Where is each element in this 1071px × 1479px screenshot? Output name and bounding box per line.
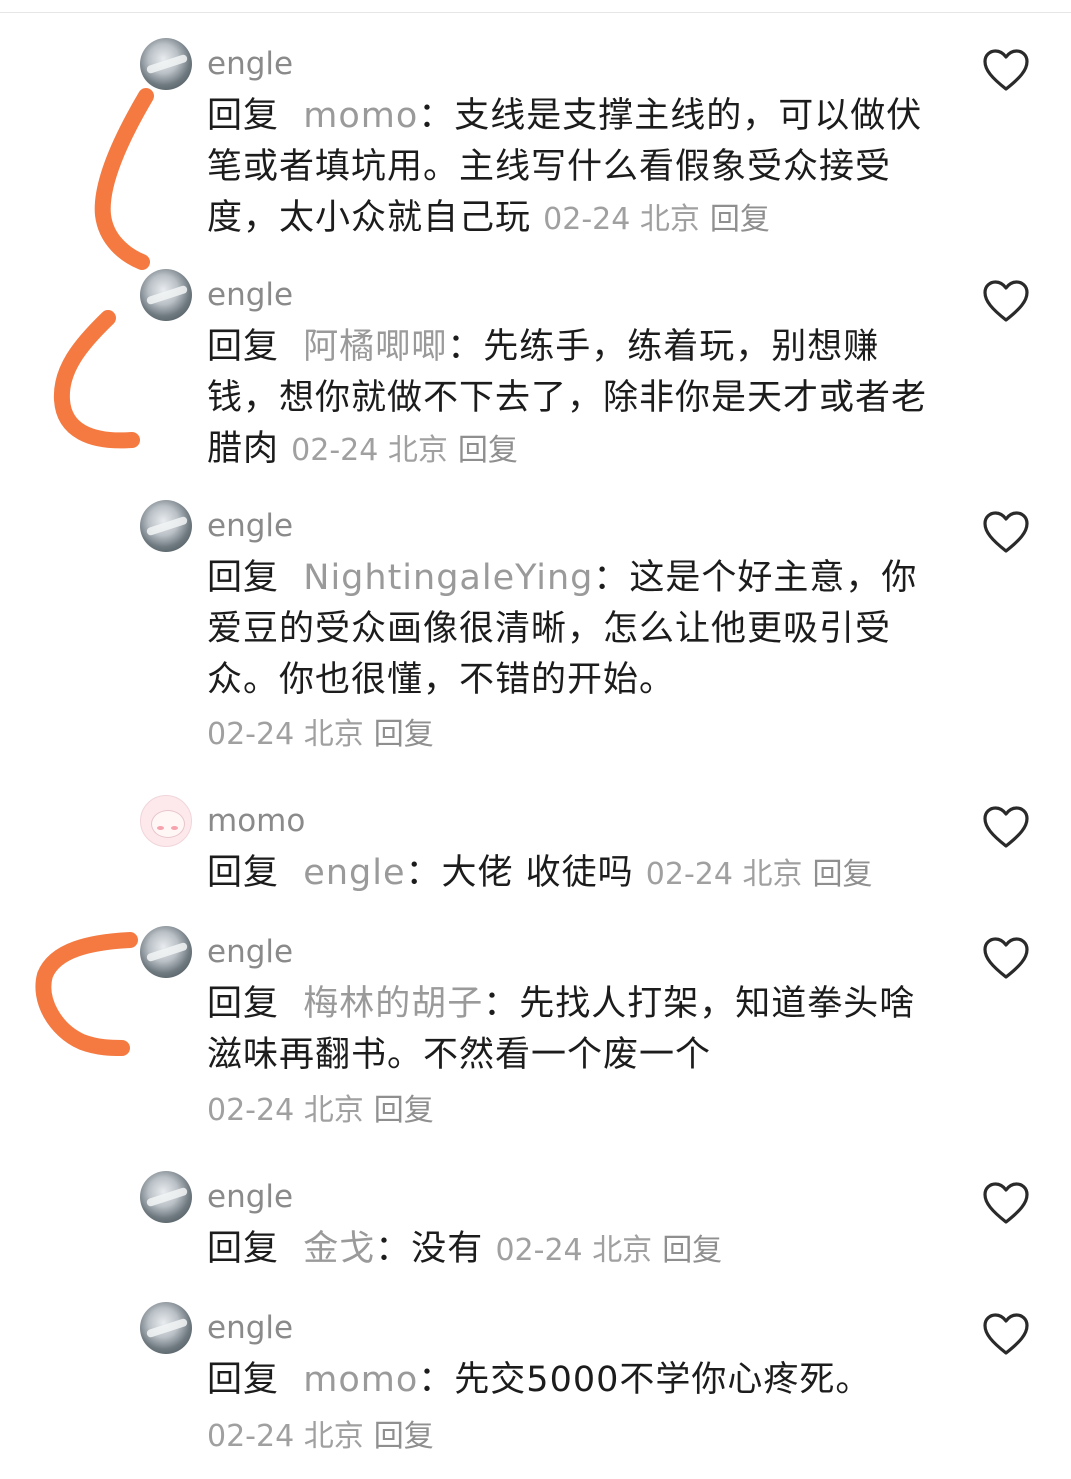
reply-button[interactable]: 回复 <box>662 1233 722 1268</box>
user-avatar[interactable] <box>140 38 192 90</box>
comment-date: 02-24 <box>543 202 631 237</box>
like-heart-icon[interactable] <box>982 1312 1030 1356</box>
comment-body: 回复 momo：先交5000不学你心疼死。 <box>207 1355 937 1406</box>
comment-date: 02-24 <box>207 1093 295 1128</box>
like-heart-icon[interactable] <box>982 510 1030 554</box>
reply-target[interactable]: 阿橘唧唧 <box>303 327 447 367</box>
comment-location: 北京 <box>303 1093 364 1128</box>
reply-prefix: 回复 <box>207 327 280 367</box>
reply-prefix: 回复 <box>207 1360 280 1400</box>
top-divider <box>0 12 1071 13</box>
comment-text: ：没有 <box>375 1229 484 1269</box>
annotation-bracket <box>53 310 140 449</box>
comment-username[interactable]: engle <box>207 269 293 321</box>
comment-location: 北京 <box>387 433 448 468</box>
reply-target[interactable]: engle <box>303 853 405 893</box>
comment-location: 北京 <box>639 202 700 237</box>
comment-date: 02-24 <box>207 717 295 752</box>
comment-body: 回复 momo：支线是支撑主线的，可以做伏笔或者填坑用。主线写什么看假象受众接受… <box>207 91 937 245</box>
comment-body: 回复 金戈：没有 02-24 北京 回复 <box>207 1224 937 1276</box>
comment-location: 北京 <box>303 717 364 752</box>
reply-prefix: 回复 <box>207 558 280 598</box>
reply-button[interactable]: 回复 <box>374 1093 434 1128</box>
comment-username[interactable]: engle <box>207 38 293 90</box>
reply-target[interactable]: 梅林的胡子 <box>303 984 483 1024</box>
user-avatar[interactable] <box>140 1302 192 1354</box>
comment-meta: 02-24 北京 回复 <box>207 715 434 755</box>
comment-username[interactable]: engle <box>207 500 293 552</box>
like-heart-icon[interactable] <box>982 805 1030 849</box>
comment-username[interactable]: engle <box>207 926 293 978</box>
annotation-bracket <box>94 88 154 270</box>
comment-username[interactable]: engle <box>207 1302 293 1354</box>
comment-date: 02-24 <box>495 1233 583 1268</box>
reply-button[interactable]: 回复 <box>710 202 770 237</box>
comment-date: 02-24 <box>645 857 733 892</box>
reply-target[interactable]: 金戈 <box>303 1229 375 1269</box>
comment-location: 北京 <box>592 1233 653 1268</box>
comment-body: 回复 梅林的胡子：先找人打架，知道拳头啥滋味再翻书。不然看一个废一个 <box>207 979 937 1081</box>
reply-button[interactable]: 回复 <box>813 857 873 892</box>
reply-button[interactable]: 回复 <box>374 1419 434 1454</box>
reply-target[interactable]: momo <box>303 1360 418 1400</box>
comment-text: ：先交5000不学你心疼死。 <box>418 1360 872 1400</box>
reply-prefix: 回复 <box>207 1229 280 1269</box>
comment-meta: 02-24 北京 回复 <box>207 1417 434 1457</box>
comment-body: 回复 阿橘唧唧：先练手，练着玩，别想赚钱，想你就做不下去了，除非你是天才或者老腊… <box>207 322 937 476</box>
user-avatar[interactable] <box>140 795 192 847</box>
comment-date: 02-24 <box>291 433 379 468</box>
comment-text: ：大佬 收徒吗 <box>405 853 634 893</box>
user-avatar[interactable] <box>140 926 192 978</box>
comment-location: 北京 <box>303 1419 364 1454</box>
like-heart-icon[interactable] <box>982 1181 1030 1225</box>
reply-target[interactable]: momo <box>303 96 418 136</box>
comment-username[interactable]: engle <box>207 1171 293 1223</box>
reply-prefix: 回复 <box>207 853 280 893</box>
reply-button[interactable]: 回复 <box>458 433 518 468</box>
comment-location: 北京 <box>742 857 803 892</box>
like-heart-icon[interactable] <box>982 279 1030 323</box>
user-avatar[interactable] <box>140 1171 192 1223</box>
user-avatar[interactable] <box>140 500 192 552</box>
comment-date: 02-24 <box>207 1419 295 1454</box>
user-avatar[interactable] <box>140 269 192 321</box>
reply-prefix: 回复 <box>207 984 280 1024</box>
reply-button[interactable]: 回复 <box>374 717 434 752</box>
comment-username[interactable]: momo <box>207 795 305 847</box>
comment-body: 回复 NightingaleYing：这是个好主意，你爱豆的受众画像很清晰，怎么… <box>207 553 937 706</box>
annotation-bracket <box>35 932 138 1056</box>
reply-target[interactable]: NightingaleYing <box>303 558 593 598</box>
reply-prefix: 回复 <box>207 96 280 136</box>
comment-meta: 02-24 北京 回复 <box>207 1091 434 1131</box>
like-heart-icon[interactable] <box>982 48 1030 92</box>
like-heart-icon[interactable] <box>982 936 1030 980</box>
comment-body: 回复 engle：大佬 收徒吗 02-24 北京 回复 <box>207 848 937 900</box>
